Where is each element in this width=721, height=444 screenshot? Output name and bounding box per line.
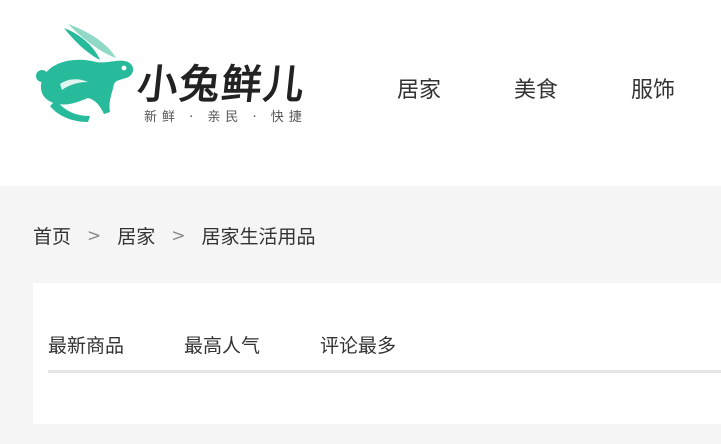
breadcrumb: 首页 > 居家 > 居家生活用品 (33, 222, 316, 249)
brand-slogan: 新鲜 · 亲民 · 快捷 (144, 110, 307, 125)
tabs-divider (48, 370, 721, 373)
main-nav: 居家 美食 服饰 (370, 72, 721, 104)
breadcrumb-category[interactable]: 居家 (117, 222, 155, 249)
breadcrumb-separator: > (87, 225, 102, 246)
tab-newest[interactable]: 最新商品 (48, 331, 124, 358)
tab-most-reviews[interactable]: 评论最多 (320, 331, 396, 358)
breadcrumb-separator: > (171, 225, 186, 246)
sort-tabs: 最新商品 最高人气 评论最多 (48, 331, 456, 358)
nav-item-food[interactable]: 美食 (487, 72, 604, 104)
nav-item-apparel[interactable]: 服饰 (604, 72, 721, 104)
breadcrumb-current: 居家生活用品 (201, 226, 316, 248)
nav-item-home-living[interactable]: 居家 (370, 72, 487, 104)
rabbit-logo-icon (36, 24, 134, 122)
product-list-panel: 最新商品 最高人气 评论最多 (33, 283, 721, 424)
brand-name: 小兔鲜儿 (135, 62, 308, 108)
site-logo[interactable]: 小兔鲜儿 新鲜 · 亲民 · 快捷 (34, 24, 334, 134)
site-header: 小兔鲜儿 新鲜 · 亲民 · 快捷 居家 美食 服饰 (0, 0, 721, 186)
tab-most-popular[interactable]: 最高人气 (184, 331, 260, 358)
breadcrumb-home[interactable]: 首页 (33, 222, 71, 249)
